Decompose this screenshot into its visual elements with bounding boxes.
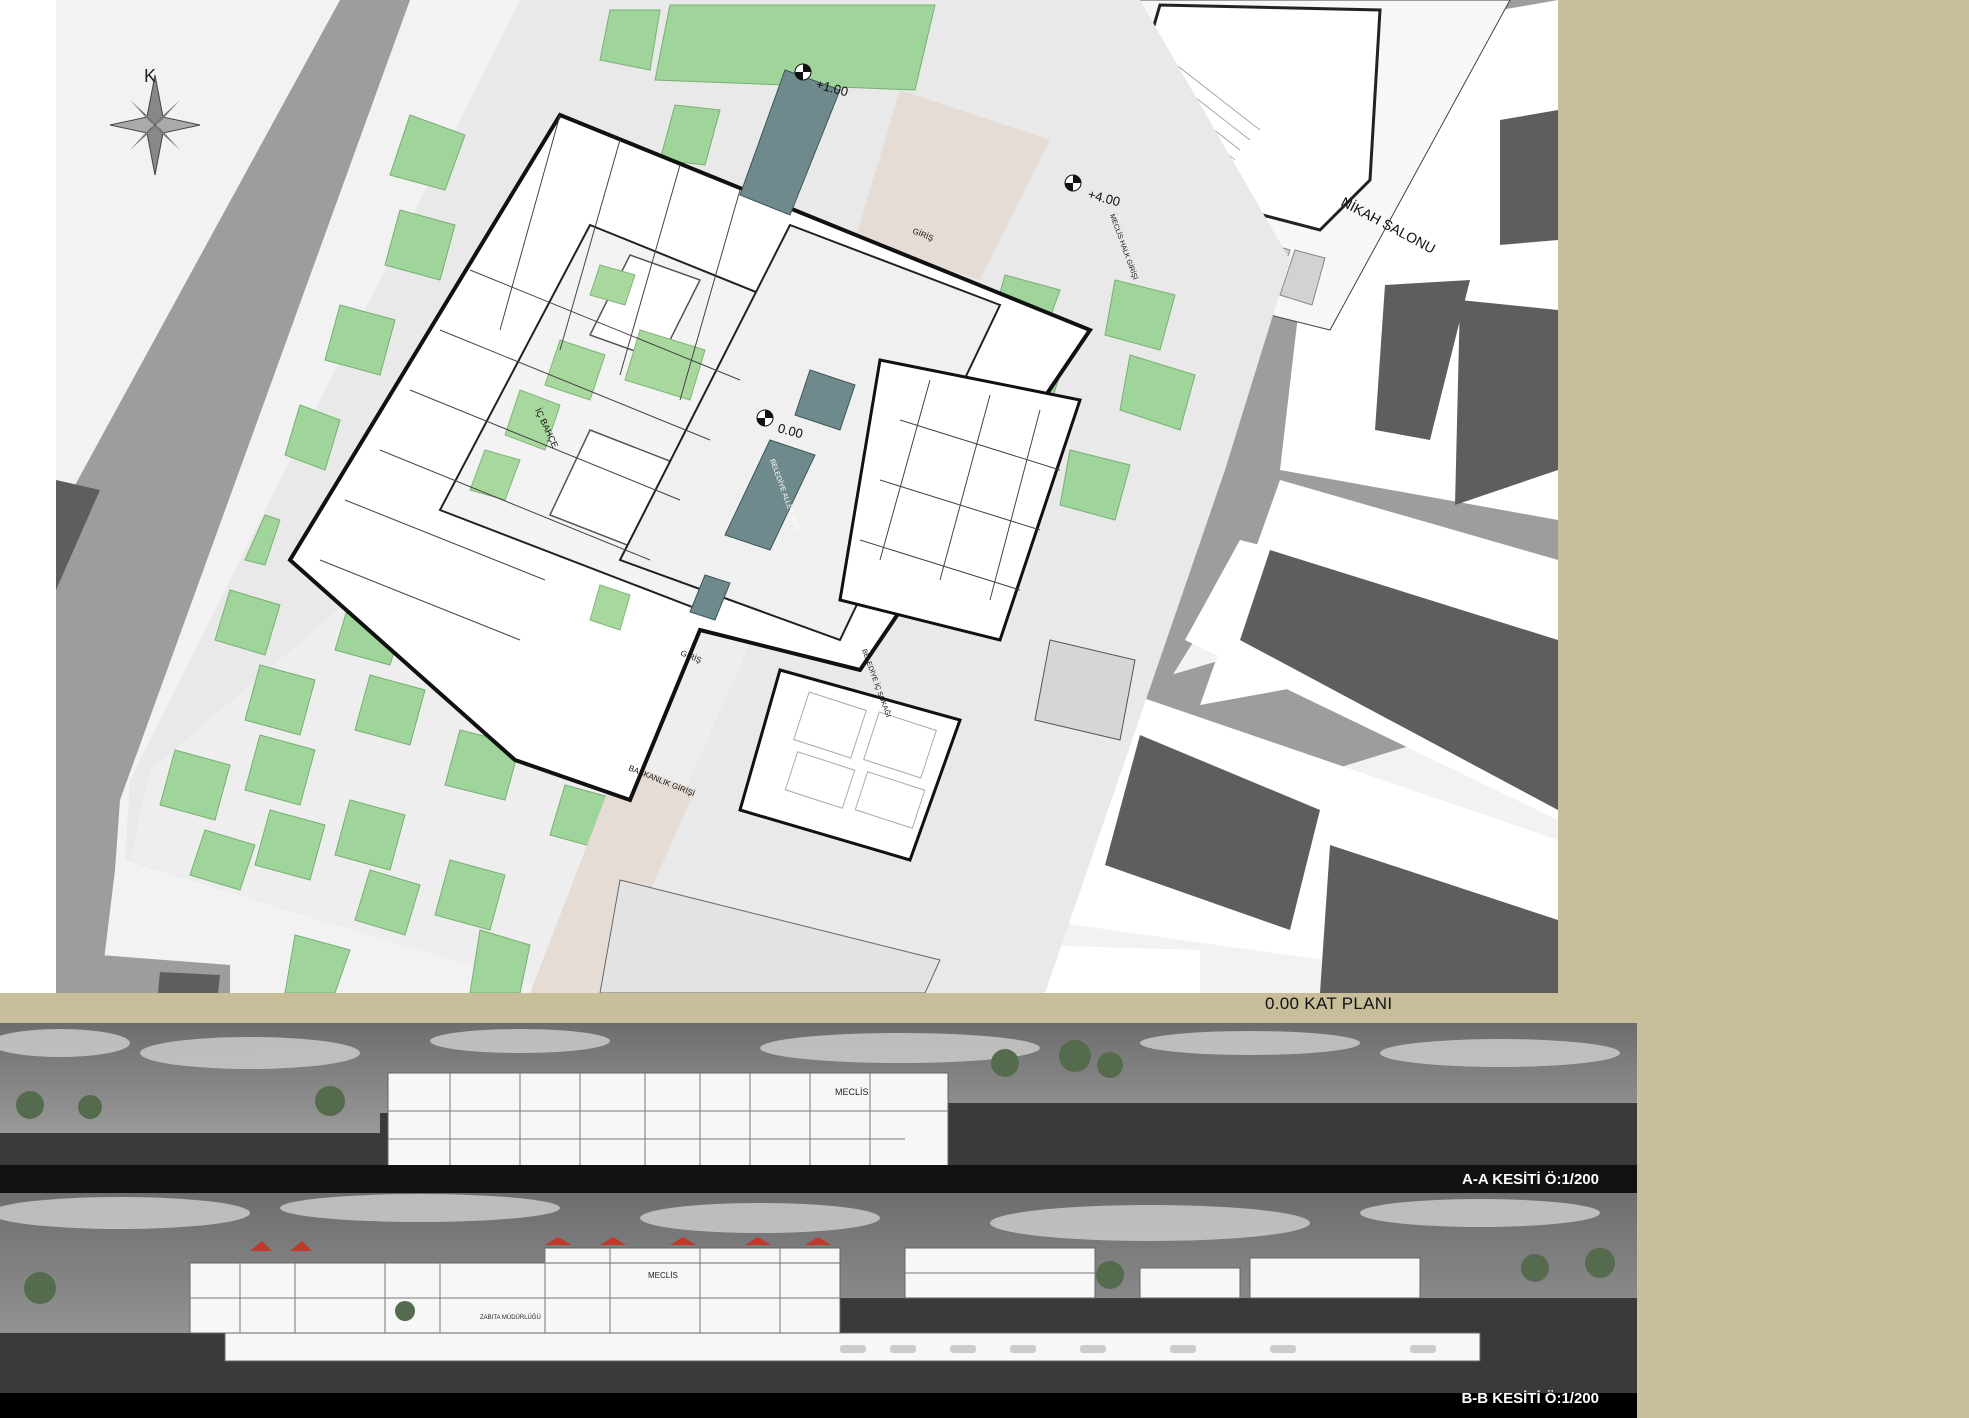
section-b-caption-bar: B-B KESİTİ Ö:1/200 <box>0 1388 1637 1418</box>
north-label: K <box>144 66 156 86</box>
site-plan: K +1.00 +4.00 0.00 NİKAH SALONU İÇ BAHÇE… <box>0 0 1637 993</box>
section-b-b: MECLİS ZABITA MÜDÜRLÜĞÜ <box>0 1193 1637 1418</box>
section-a-a: MECLİS <box>0 1023 1637 1173</box>
section-a-caption: A-A KESİTİ Ö:1/200 <box>1462 1171 1599 1188</box>
meclis-label-b: MECLİS <box>648 1271 678 1280</box>
section-b-caption: B-B KESİTİ Ö:1/200 <box>1461 1390 1599 1407</box>
plan-caption: 0.00 KAT PLANI <box>1265 994 1393 1013</box>
section-a-caption-bar: A-A KESİTİ Ö:1/200 <box>0 1165 1637 1193</box>
zabita-label: ZABITA MÜDÜRLÜĞÜ <box>480 1314 541 1321</box>
meclis-label-a: MECLİS <box>835 1087 869 1097</box>
